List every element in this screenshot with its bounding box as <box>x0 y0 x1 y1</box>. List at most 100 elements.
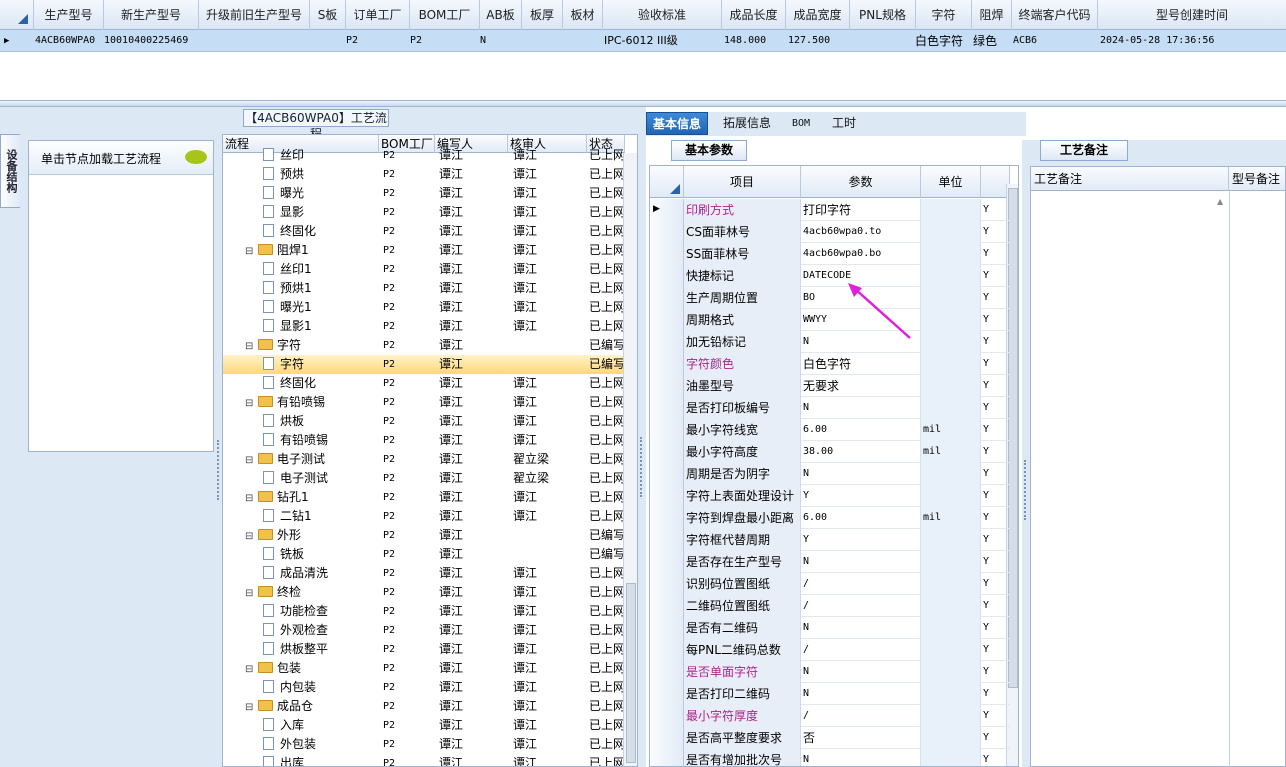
cell-reviewer[interactable]: 谭江 <box>513 697 585 716</box>
row-header[interactable] <box>650 243 684 265</box>
cell-bom-factory[interactable]: P2 <box>383 317 433 336</box>
param-flag[interactable]: Y <box>981 683 1001 705</box>
cell-bom-factory[interactable]: P2 <box>383 355 433 374</box>
cell-bom-factory[interactable]: P2 <box>383 165 433 184</box>
col-header[interactable]: 型号创建时间 <box>1098 0 1286 30</box>
cell-reviewer[interactable]: 谭江 <box>513 564 585 583</box>
row-header[interactable] <box>650 573 684 595</box>
param-unit[interactable] <box>921 683 981 705</box>
tree-row[interactable]: 有铅喷锡 P2 谭江 谭江 已上网 <box>223 431 623 450</box>
cell-bom-factory[interactable]: P2 <box>383 640 433 659</box>
cell-bom-factory[interactable]: P2 <box>383 469 433 488</box>
cell-status[interactable]: 已上网 <box>589 678 623 697</box>
param-flag[interactable]: Y <box>981 463 1001 485</box>
cell-bom-factory[interactable]: P2 <box>383 583 433 602</box>
collapse-icon[interactable]: ⊟ <box>245 451 254 469</box>
param-flag[interactable]: Y <box>981 573 1001 595</box>
param-row[interactable]: 是否打印二维码 N Y <box>650 683 1010 705</box>
cell-reviewer[interactable]: 谭江 <box>513 431 585 450</box>
param-unit[interactable] <box>921 397 981 419</box>
param-unit[interactable]: mil <box>921 419 981 441</box>
param-col-header[interactable]: 项目 <box>684 166 801 198</box>
collapse-icon[interactable]: ⊟ <box>245 242 254 260</box>
tree-node[interactable]: 显影1 <box>263 317 379 336</box>
tree-node[interactable]: 二钻1 <box>263 507 379 526</box>
cell-writer[interactable]: 谭江 <box>439 355 507 374</box>
cell-reviewer[interactable]: 谭江 <box>513 393 585 412</box>
param-flag[interactable]: Y <box>981 331 1001 353</box>
tree-scrollbar[interactable] <box>623 153 637 766</box>
param-row[interactable]: CS面菲林号 4acb60wpa0.to Y <box>650 221 1010 243</box>
param-flag[interactable]: Y <box>981 419 1001 441</box>
cell-bom-factory[interactable]: P2 <box>383 564 433 583</box>
row-header[interactable] <box>650 639 684 661</box>
param-row[interactable]: 最小字符线宽 6.00 mil Y <box>650 419 1010 441</box>
cell-bom-factory[interactable]: P2 <box>383 526 433 545</box>
param-unit[interactable] <box>921 573 981 595</box>
cell-writer[interactable]: 谭江 <box>439 507 507 526</box>
tree-node[interactable]: 有铅喷锡 <box>263 431 379 450</box>
param-row[interactable]: 油墨型号 无要求 Y <box>650 375 1010 397</box>
cell-writer[interactable]: 谭江 <box>439 279 507 298</box>
tab-work-hours[interactable]: 工时 <box>826 112 862 135</box>
col-header[interactable]: BOM工厂 <box>410 0 480 30</box>
cell-status[interactable]: 已编写 <box>589 355 623 374</box>
cell-bom-factory[interactable]: P2 <box>383 184 433 203</box>
param-value[interactable]: / <box>801 705 921 727</box>
tree-node[interactable]: 外包装 <box>263 735 379 754</box>
cell-customer[interactable]: ACB6 <box>1013 30 1073 52</box>
cell-reviewer[interactable]: 谭江 <box>513 507 585 526</box>
param-row[interactable]: 字符到焊盘最小距离 6.00 mil Y <box>650 507 1010 529</box>
param-row[interactable]: 是否单面字符 N Y <box>650 661 1010 683</box>
param-row[interactable]: 最小字符厚度 / Y <box>650 705 1010 727</box>
tree-node[interactable]: ⊟ 包装 <box>245 659 379 678</box>
col-header[interactable]: 字符 <box>916 0 972 30</box>
tree-node[interactable]: 功能检查 <box>263 602 379 621</box>
tree-row[interactable]: 功能检查 P2 谭江 谭江 已上网 <box>223 602 623 621</box>
tree-row[interactable]: 入库 P2 谭江 谭江 已上网 <box>223 716 623 735</box>
cell-reviewer[interactable]: 谭江 <box>513 298 585 317</box>
cell-writer[interactable]: 谭江 <box>439 735 507 754</box>
cell-status[interactable]: 已上网 <box>589 564 623 583</box>
col-header[interactable]: 新生产型号 <box>104 0 199 30</box>
cell-length[interactable]: 148.000 <box>724 30 784 52</box>
cell-reviewer[interactable]: 谭江 <box>513 279 585 298</box>
cell-writer[interactable]: 谭江 <box>439 621 507 640</box>
cell-writer[interactable]: 谭江 <box>439 716 507 735</box>
cell-reviewer[interactable]: 谭江 <box>513 184 585 203</box>
cell-status[interactable]: 已编写 <box>589 545 623 564</box>
col-header[interactable]: 生产型号 <box>34 0 104 30</box>
collapse-icon[interactable]: ⊟ <box>245 660 254 678</box>
param-unit[interactable] <box>921 749 981 766</box>
tree-row[interactable]: 预烘 P2 谭江 谭江 已上网 <box>223 165 623 184</box>
cell-status[interactable]: 已上网 <box>589 450 623 469</box>
param-flag[interactable]: Y <box>981 287 1001 309</box>
cell-writer[interactable]: 谭江 <box>439 583 507 602</box>
param-flag[interactable]: Y <box>981 485 1001 507</box>
param-unit[interactable] <box>921 331 981 353</box>
param-value[interactable]: N <box>801 397 921 419</box>
param-row[interactable]: SS面菲林号 4acb60wpa0.bo Y <box>650 243 1010 265</box>
row-header[interactable] <box>650 221 684 243</box>
param-row[interactable]: 周期格式 WWYY Y <box>650 309 1010 331</box>
param-unit[interactable] <box>921 463 981 485</box>
param-flag[interactable]: Y <box>981 639 1001 661</box>
param-unit[interactable] <box>921 287 981 309</box>
cell-reviewer[interactable]: 翟立梁 <box>513 450 585 469</box>
tree-node[interactable]: ⊟ 外形 <box>245 526 379 545</box>
cell-writer[interactable]: 谭江 <box>439 336 507 355</box>
tree-node[interactable]: 终固化 <box>263 222 379 241</box>
param-row[interactable]: 是否存在生产型号 N Y <box>650 551 1010 573</box>
cell-status[interactable]: 已上网 <box>589 184 623 203</box>
cell-ab[interactable]: N <box>480 30 500 52</box>
cell-bom-factory[interactable]: P2 <box>383 697 433 716</box>
row-header[interactable] <box>650 309 684 331</box>
cell-writer[interactable]: 谭江 <box>439 488 507 507</box>
param-value[interactable]: N <box>801 683 921 705</box>
cell-writer[interactable]: 谭江 <box>439 241 507 260</box>
param-flag[interactable]: Y <box>981 551 1001 573</box>
cell-writer[interactable]: 谭江 <box>439 184 507 203</box>
param-flag[interactable]: Y <box>981 727 1001 749</box>
tab-extended-info[interactable]: 拓展信息 <box>717 112 777 135</box>
row-header[interactable] <box>650 331 684 353</box>
